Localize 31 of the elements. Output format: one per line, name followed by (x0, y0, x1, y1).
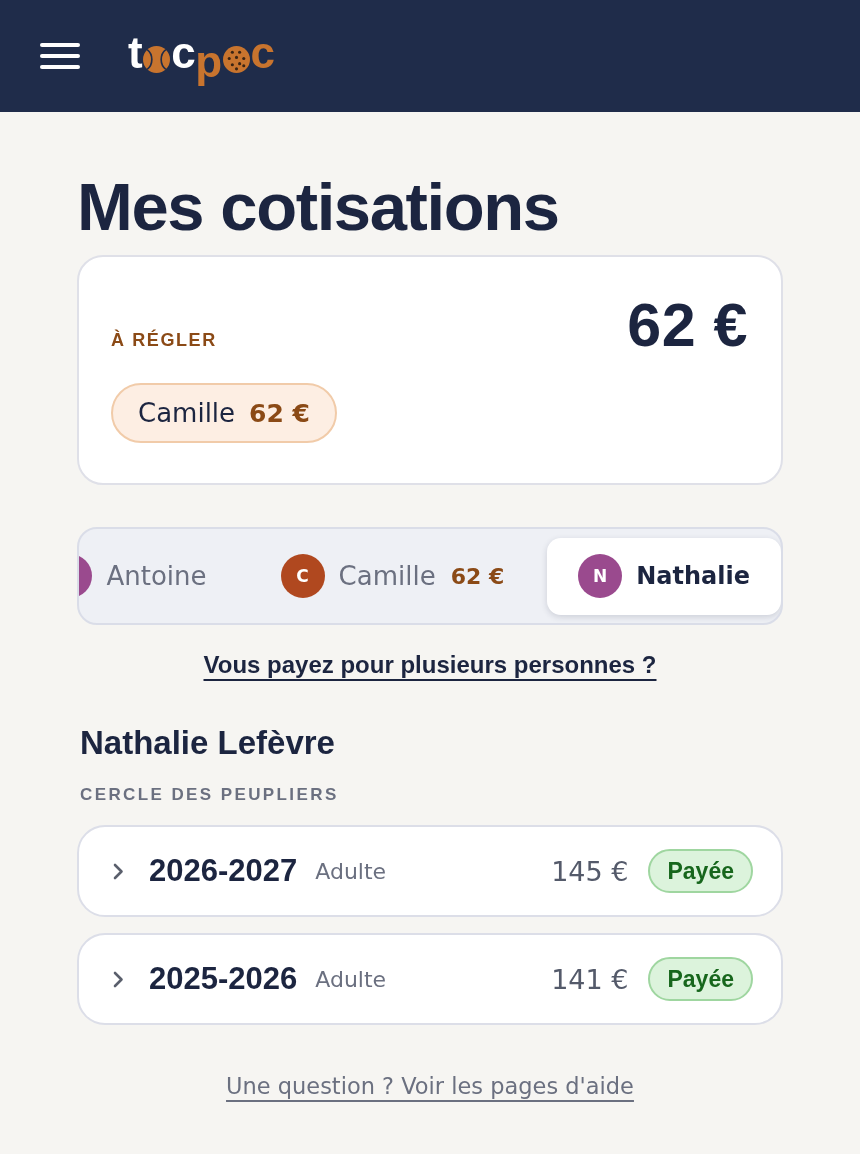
menu-button[interactable] (40, 42, 80, 70)
logo-text: t (128, 31, 143, 79)
club-name: CERCLE DES PEUPLIERS (80, 785, 339, 805)
logo-text: p (195, 40, 222, 84)
status-badge: Payée (648, 957, 753, 1001)
category-label: Adulte (315, 858, 387, 884)
season-row[interactable]: 2025-2026 Adulte 141 € Payée (77, 933, 783, 1025)
chip-name: Camille (138, 398, 236, 428)
member-tab[interactable]: C Camille 62 € (249, 537, 536, 615)
logo-text: c (171, 31, 196, 79)
category-label: Adulte (315, 966, 387, 992)
member-tab[interactable]: N Nathalie (547, 537, 781, 615)
avatar: N (578, 554, 623, 598)
status-badge: Payée (648, 849, 753, 893)
season-row[interactable]: 2026-2027 Adulte 145 € Payée (77, 825, 783, 917)
dotted-ball-icon (222, 45, 250, 73)
page-title: Mes cotisations (77, 169, 560, 245)
member-tab[interactable]: Antoine (79, 537, 238, 615)
season-year: 2025-2026 (149, 961, 298, 997)
fee-amount: 145 € (551, 855, 629, 887)
multi-payer-link[interactable]: Vous payez pour plusieurs personnes ? (203, 651, 657, 679)
member-name: Nathalie Lefèvre (80, 723, 335, 763)
season-year: 2026-2027 (149, 853, 298, 889)
chip-amount: 62 € (249, 398, 310, 428)
total-amount: 62 € (627, 290, 748, 361)
fee-amount: 141 € (551, 963, 629, 995)
tennis-ball-icon (143, 45, 171, 73)
avatar: C (280, 554, 325, 598)
help-link[interactable]: Une question ? Voir les pages d'aide (226, 1073, 634, 1099)
logo-text: c (250, 31, 275, 79)
amount-due-label: À RÉGLER (111, 330, 217, 351)
